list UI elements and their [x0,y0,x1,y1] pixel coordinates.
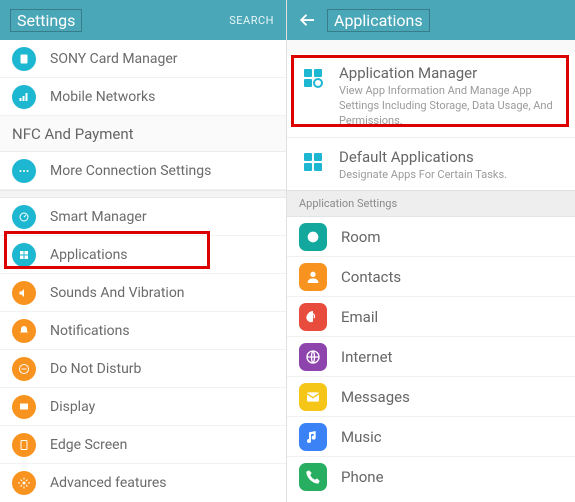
row-applications[interactable]: Applications [0,236,286,274]
app-label: Internet [341,348,392,366]
gear-icon [12,471,36,495]
app-messages[interactable]: Messages [287,377,575,417]
app-phone[interactable]: Phone [287,457,575,497]
card-desc: View App Information And Manage App Sett… [339,84,563,129]
room-icon [299,223,327,251]
row-label: SONY Card Manager [50,51,178,67]
settings-pane: Settings SEARCH SONY Card Manager Mobile… [0,0,287,502]
gauge-icon [12,205,36,229]
email-icon [299,303,327,331]
row-edge[interactable]: Edge Screen [0,426,286,464]
applications-pane: Applications Application Manager View Ap… [287,0,575,502]
row-advanced[interactable]: Advanced features [0,464,286,502]
apps-icon [12,243,36,267]
row-display[interactable]: Display [0,388,286,426]
app-email[interactable]: Email [287,297,575,337]
apps-default-icon [299,148,327,176]
signal-icon [12,85,36,109]
app-room[interactable]: Room [287,217,575,257]
row-mobile-networks[interactable]: Mobile Networks [0,78,286,116]
row-label: Applications [50,247,128,263]
dnd-icon [12,357,36,381]
row-label: More Connection Settings [50,163,211,179]
phone-icon [299,463,327,491]
app-label: Email [341,308,378,326]
app-internet[interactable]: Internet [287,337,575,377]
bell-icon [12,319,36,343]
row-more-connection[interactable]: More Connection Settings [0,152,286,190]
card-title: Default Applications [339,148,507,166]
category-nfc[interactable]: NFC And Payment [0,116,286,152]
app-label: Phone [341,468,384,486]
messages-icon [299,383,327,411]
sound-icon [12,281,36,305]
row-label: Smart Manager [50,209,147,225]
divider [0,190,286,198]
music-icon [299,423,327,451]
card-desc: Designate Apps For Certain Tasks. [339,168,507,183]
dots-icon [12,159,36,183]
row-label: Sounds And Vibration [50,285,185,301]
app-music[interactable]: Music [287,417,575,457]
edge-icon [12,433,36,457]
row-label: Edge Screen [50,437,127,453]
app-contacts[interactable]: Contacts [287,257,575,297]
section-app-settings: Application Settings [287,190,575,217]
app-label: Music [341,428,382,446]
settings-header: Settings SEARCH [0,0,286,40]
row-card-manager[interactable]: SONY Card Manager [0,40,286,78]
settings-title: Settings [10,9,82,32]
row-label: Do Not Disturb [50,361,141,377]
row-notifications[interactable]: Notifications [0,312,286,350]
sim-icon [12,47,36,71]
row-smart-manager[interactable]: Smart Manager [0,198,286,236]
category-label: NFC And Payment [12,125,134,143]
display-icon [12,395,36,419]
globe-icon [299,343,327,371]
search-button[interactable]: SEARCH [229,14,274,27]
app-label: Contacts [341,268,401,286]
contacts-icon [299,263,327,291]
back-button[interactable] [297,9,319,31]
row-sounds[interactable]: Sounds And Vibration [0,274,286,312]
row-label: Advanced features [50,475,166,491]
apps-grid-icon [299,64,327,92]
card-default-apps[interactable]: Default Applications Designate Apps For … [287,138,575,191]
card-title: Application Manager [339,64,563,82]
apps-title: Applications [327,9,430,32]
row-label: Display [50,399,95,415]
app-label: Room [341,228,381,246]
app-label: Messages [341,388,410,406]
row-label: Notifications [50,323,130,339]
row-label: Mobile Networks [50,89,155,105]
row-dnd[interactable]: Do Not Disturb [0,350,286,388]
apps-header: Applications [287,0,575,40]
card-app-manager[interactable]: Application Manager View App Information… [287,54,575,137]
